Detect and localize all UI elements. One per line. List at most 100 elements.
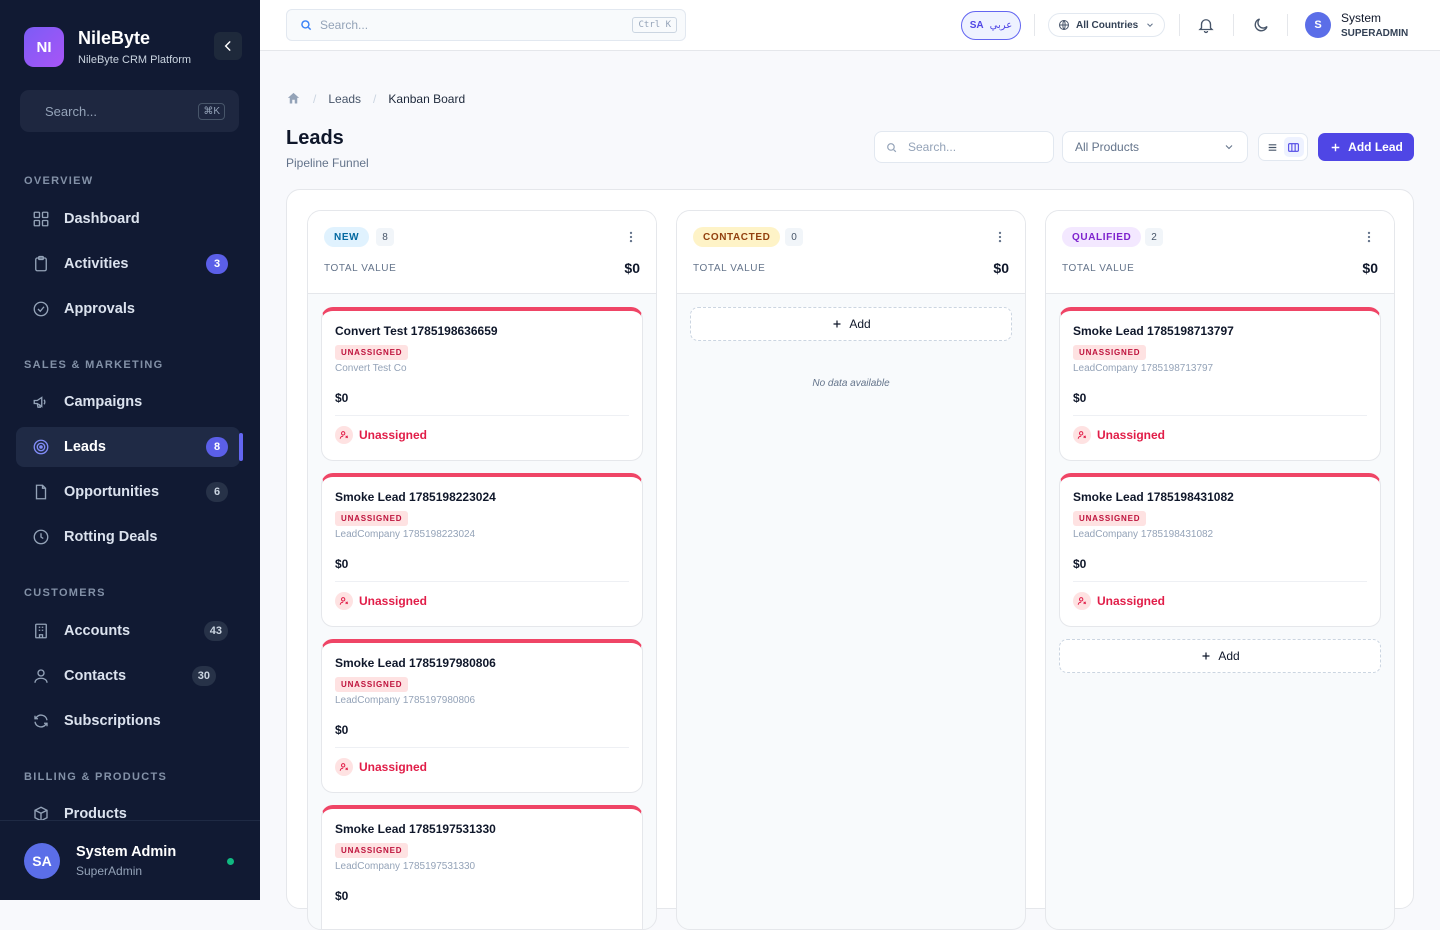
section-sales-marketing: SALES & MARKETING [24,359,164,371]
user-role: SuperAdmin [76,863,143,878]
country-selector[interactable]: All Countries [1048,13,1165,37]
sidebar-item-dashboard[interactable]: Dashboard [16,199,240,239]
kanban-board: NEW 8 TOTAL VALUE $0 Convert Test 178519… [286,189,1414,930]
lead-card[interactable]: Smoke Lead 1785198713797 UNASSIGNED Lead… [1059,307,1381,461]
sidebar-item-contacts[interactable]: Contacts 30 [16,656,240,696]
stage-badge: QUALIFIED [1062,227,1142,247]
breadcrumb-separator: / [373,91,377,106]
sidebar-item-label: Opportunities [64,484,160,500]
lead-value: $0 [335,391,349,405]
user-menu[interactable]: S System SUPERADMIN [1305,11,1408,39]
card-list: Convert Test 1785198636659 UNASSIGNED Co… [321,307,643,929]
card-list: Smoke Lead 1785198713797 UNASSIGNED Lead… [1059,307,1381,673]
sidebar-item-accounts[interactable]: Accounts 43 [16,611,240,651]
home-icon[interactable] [286,91,301,106]
lead-card[interactable]: Smoke Lead 1785197531330 UNASSIGNED Lead… [321,805,643,929]
lead-owner[interactable]: Unassigned [335,592,629,610]
status-badge: UNASSIGNED [335,345,409,360]
lead-owner[interactable]: Unassigned [335,758,629,776]
list-view-button[interactable] [1263,137,1283,157]
sidebar-user-profile[interactable]: SA System Admin SuperAdmin [0,820,260,900]
sidebar-item-label: Contacts [64,668,127,684]
sidebar-item-activities[interactable]: Activities 3 [16,244,240,284]
sidebar-item-leads[interactable]: Leads 8 [16,427,243,467]
leads-search-input[interactable]: Search... [874,131,1054,163]
moon-icon[interactable] [1252,16,1270,34]
product-filter-select[interactable]: All Products [1062,131,1248,163]
language-switch-button[interactable]: SA عربي [961,11,1021,40]
more-vertical-icon[interactable] [1362,230,1376,244]
total-value: $0 [993,260,1009,276]
lead-company: Convert Test Co [335,363,407,374]
lead-card[interactable]: Smoke Lead 1785197980806 UNASSIGNED Lead… [321,639,643,793]
total-value: $0 [1362,260,1378,276]
divider [1073,581,1367,582]
total-value-label: TOTAL VALUE [693,263,766,274]
refresh-icon [34,714,48,728]
lead-card[interactable]: Smoke Lead 1785198223024 UNASSIGNED Lead… [321,473,643,627]
lead-owner[interactable]: Unassigned [335,426,629,444]
shortcut-hint: ⌘K [198,102,225,120]
page-subtitle: Pipeline Funnel [286,156,369,170]
user-name: System Admin [76,843,177,860]
column-header: CONTACTED 0 TOTAL VALUE $0 [677,211,1025,294]
owner-label: Unassigned [359,594,428,608]
breadcrumb-separator: / [313,91,317,106]
user-icon [34,669,48,683]
breadcrumb-current: Kanban Board [388,91,466,106]
lead-card[interactable]: Smoke Lead 1785198431082 UNASSIGNED Lead… [1059,473,1381,627]
country-label: All Countries [1076,19,1139,31]
user-x-icon [335,758,353,776]
kanban-view-button[interactable] [1283,137,1304,157]
contacts-count-badge: 30 [191,666,216,686]
kanban-column-qualified: QUALIFIED 2 TOTAL VALUE $0 Smoke Lead 17… [1045,210,1395,930]
check-circle-icon [33,301,49,317]
more-vertical-icon[interactable] [624,230,638,244]
stage-count: 2 [1145,228,1163,246]
section-billing-products: BILLING & PRODUCTS [24,771,168,783]
total-value: $0 [624,260,640,276]
owner-label: Unassigned [359,760,428,774]
lead-card[interactable]: Convert Test 1785198636659 UNASSIGNED Co… [321,307,643,461]
user-role: SUPERADMIN [1341,28,1409,39]
sidebar-item-opportunities[interactable]: Opportunities 6 [16,472,240,512]
add-card-button[interactable]: Add [1059,639,1381,673]
plus-icon [1331,143,1340,151]
add-lead-button[interactable]: Add Lead [1318,133,1414,161]
divider [335,581,629,582]
globe-icon [1059,20,1069,30]
add-card-button[interactable]: Add [690,307,1012,341]
lead-owner[interactable]: Unassigned [1073,426,1367,444]
sidebar: NI NileByte NileByte CRM Platform Search… [0,0,260,900]
sidebar-item-label: Subscriptions [64,713,161,729]
lead-company: LeadCompany 1785198431082 [1073,529,1214,540]
total-value-label: TOTAL VALUE [324,263,397,274]
status-badge: UNASSIGNED [335,677,409,692]
column-header: QUALIFIED 2 TOTAL VALUE $0 [1046,211,1394,294]
status-badge: UNASSIGNED [1073,345,1147,360]
more-vertical-icon[interactable] [993,230,1007,244]
sidebar-item-campaigns[interactable]: Campaigns [16,382,240,422]
plus-icon [833,320,841,328]
total-value-label: TOTAL VALUE [1062,263,1135,274]
stage-count: 8 [376,228,394,246]
collapse-sidebar-button[interactable] [214,32,242,60]
sidebar-item-rotting-deals[interactable]: Rotting Deals [16,517,240,557]
sidebar-item-subscriptions[interactable]: Subscriptions [16,701,240,741]
user-x-icon [335,426,353,444]
breadcrumb-leads-link[interactable]: Leads [328,92,361,106]
sidebar-item-approvals[interactable]: Approvals [16,289,240,329]
product-filter-value: All Products [1075,140,1140,154]
clipboard-icon [35,255,47,272]
lead-owner[interactable]: Unassigned [1073,592,1367,610]
global-search-input[interactable]: Search... Ctrl K [286,9,686,41]
online-status-dot [227,858,234,865]
bell-icon[interactable] [1197,16,1215,34]
sidebar-item-label: Rotting Deals [64,529,158,545]
stage-badge: NEW [324,227,370,247]
add-lead-label: Add Lead [1348,140,1403,154]
chevron-down-icon [1225,145,1233,150]
lead-value: $0 [335,557,349,571]
sidebar-search-input[interactable]: Search... ⌘K [20,90,239,132]
brand-subtitle: NileByte CRM Platform [78,54,192,66]
